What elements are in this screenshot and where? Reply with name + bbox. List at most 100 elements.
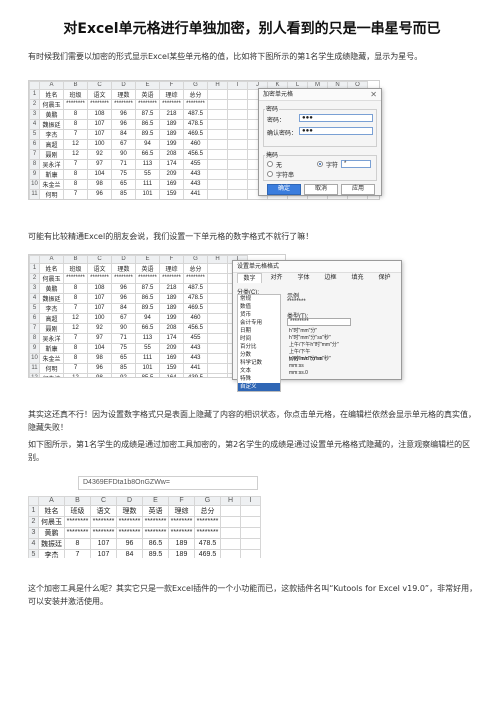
data-cell[interactable]: 439.5 [183,198,208,199]
data-cell[interactable]: 7 [63,128,88,140]
apply-button[interactable]: 应用 [341,184,375,195]
data-cell[interactable]: 107 [87,292,112,304]
header-cell[interactable]: 姓名 [39,88,64,100]
empty-cell[interactable] [207,312,228,324]
type-field[interactable]: ******** [287,318,351,326]
data-cell[interactable]: 189 [168,537,195,550]
data-cell[interactable]: 469.5 [183,302,208,314]
data-cell[interactable]: 101 [135,362,160,374]
row-number[interactable]: 7 [29,148,40,160]
column-header[interactable]: G [183,255,208,264]
column-header[interactable]: B [64,496,91,506]
data-cell[interactable]: 456.5 [183,322,208,334]
column-header[interactable]: I [240,496,261,506]
header-cell[interactable]: 英语 [135,262,160,274]
header-cell[interactable]: 语文 [87,88,112,100]
data-cell[interactable]: 朱金兰 [39,178,64,190]
data-cell[interactable]: 魏振廷 [38,537,65,550]
data-cell[interactable]: 8 [63,282,88,294]
data-cell[interactable]: 李杰 [39,128,64,140]
data-cell[interactable]: 85.5 [135,372,160,377]
data-cell[interactable]: 何明 [39,362,64,374]
empty-cell[interactable] [207,342,228,354]
data-cell[interactable]: 7 [63,332,88,344]
row-number[interactable]: 6 [29,312,40,324]
data-cell[interactable]: ******** [159,272,184,284]
category-item[interactable]: 特殊 [238,375,280,383]
empty-cell[interactable] [207,372,228,377]
column-header[interactable]: C [87,255,112,264]
empty-cell[interactable] [227,128,248,140]
data-cell[interactable]: 441 [183,188,208,199]
data-cell[interactable]: 89.5 [135,302,160,314]
data-cell[interactable]: 71 [111,158,136,170]
empty-cell[interactable] [207,108,228,120]
data-cell[interactable]: 92 [87,322,112,334]
row-number[interactable]: 3 [29,108,40,120]
header-cell[interactable]: 理综 [159,262,184,274]
data-cell[interactable]: 460 [183,312,208,324]
data-cell[interactable]: 聂刚 [39,148,64,160]
category-item[interactable]: 文本 [238,367,280,375]
data-cell[interactable]: 86.5 [135,292,160,304]
data-cell[interactable]: 209 [159,342,184,354]
data-cell[interactable]: 黄鹏 [38,526,65,539]
data-cell[interactable]: 441 [183,362,208,374]
data-cell[interactable]: 159 [159,362,184,374]
data-cell[interactable]: ******** [168,526,195,539]
data-cell[interactable]: 65 [111,352,136,364]
data-cell[interactable]: 何明 [39,188,64,199]
data-cell[interactable]: 12 [63,148,88,160]
data-cell[interactable]: 104 [87,168,112,180]
header-cell[interactable]: 理数 [111,262,136,274]
data-cell[interactable]: 89.5 [142,548,169,558]
column-header[interactable]: F [168,496,195,506]
password-field[interactable]: ●●● [299,114,373,122]
data-cell[interactable]: 靳康 [39,342,64,354]
empty-cell[interactable] [220,515,241,528]
header-cell[interactable]: 总分 [194,504,221,517]
data-cell[interactable]: 456.5 [183,148,208,160]
data-cell[interactable]: 12 [63,312,88,324]
data-cell[interactable]: 111 [135,178,160,190]
empty-cell[interactable] [207,198,228,199]
empty-cell[interactable] [207,148,228,160]
header-cell[interactable]: 总分 [183,262,208,274]
data-cell[interactable]: 7 [63,188,88,199]
data-cell[interactable]: ******** [135,272,160,284]
row-number[interactable]: 9 [29,168,40,180]
data-cell[interactable]: 98 [87,198,112,199]
data-cell[interactable]: 85 [111,362,136,374]
empty-cell[interactable] [207,362,228,374]
column-header[interactable]: B [63,81,88,90]
data-cell[interactable]: 98 [87,178,112,190]
data-cell[interactable]: 460 [183,138,208,150]
corner-cell[interactable] [29,81,40,90]
data-cell[interactable]: 164 [159,198,184,199]
data-cell[interactable]: 443 [183,168,208,180]
data-cell[interactable]: 439.5 [183,372,208,377]
data-cell[interactable]: 吴永洋 [39,332,64,344]
data-cell[interactable]: 8 [63,352,88,364]
data-cell[interactable]: 101 [135,188,160,199]
data-cell[interactable]: 96 [111,118,136,130]
data-cell[interactable]: 443 [183,352,208,364]
data-cell[interactable]: 108 [87,282,112,294]
data-cell[interactable]: 96 [111,108,136,120]
header-cell[interactable]: 班级 [64,504,91,517]
data-cell[interactable]: 97 [87,158,112,170]
data-cell[interactable]: 108 [87,108,112,120]
empty-cell[interactable] [207,88,228,100]
data-cell[interactable]: 199 [159,138,184,150]
data-cell[interactable]: 84 [116,548,143,558]
empty-cell[interactable] [240,504,261,517]
column-header[interactable]: E [142,496,169,506]
data-cell[interactable]: 84 [111,302,136,314]
row-number[interactable]: 3 [29,282,40,294]
data-cell[interactable]: 65 [111,178,136,190]
empty-cell[interactable] [307,198,328,199]
column-header[interactable]: C [87,81,112,90]
data-cell[interactable]: 189 [159,302,184,314]
data-cell[interactable]: 98 [87,352,112,364]
tab-4[interactable]: 填充 [345,273,370,283]
